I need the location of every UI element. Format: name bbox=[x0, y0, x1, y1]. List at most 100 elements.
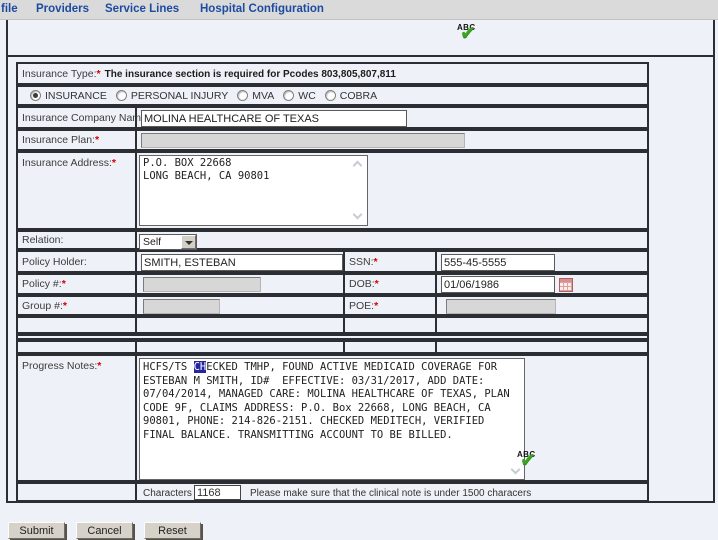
policy-number-label: Policy #:* bbox=[22, 278, 66, 290]
menu-item-service-lines[interactable]: Service Lines bbox=[105, 3, 179, 15]
radio-personal-injury-label: PERSONAL INJURY bbox=[131, 90, 228, 102]
menu-item-providers[interactable]: Providers bbox=[36, 3, 89, 15]
radio-mva-label: MVA bbox=[252, 90, 274, 102]
menu-item-file[interactable]: file bbox=[1, 3, 18, 15]
radio-wc-label: WC bbox=[298, 90, 316, 102]
insurance-type-label: Insurance Type:*The insurance section is… bbox=[22, 68, 396, 80]
insurance-form-page: { "colors": { "menu_text": "#1d4b9f", "a… bbox=[0, 0, 718, 540]
required-asterisk: * bbox=[374, 256, 378, 268]
required-asterisk: * bbox=[97, 360, 101, 372]
poe-label: POE:* bbox=[349, 300, 378, 312]
green-check-icon: ✔ bbox=[520, 451, 536, 470]
row-policy-number: Policy #:* DOB:* bbox=[16, 273, 649, 295]
radio-cobra[interactable]: COBRA bbox=[325, 90, 377, 102]
required-asterisk: * bbox=[112, 157, 116, 169]
group-number-input bbox=[143, 299, 220, 314]
insurance-company-label: Insurance Company Name:* bbox=[22, 112, 154, 124]
required-asterisk: * bbox=[97, 68, 101, 80]
relation-selected-value: Self bbox=[143, 236, 161, 248]
menu-item-hospital-configuration[interactable]: Hospital Configuration bbox=[200, 3, 324, 15]
row-relation: Relation: Self bbox=[16, 230, 649, 250]
relation-select[interactable]: Self bbox=[139, 234, 197, 250]
cell-divider bbox=[435, 295, 437, 316]
cell-divider bbox=[343, 316, 345, 334]
radio-mva[interactable]: MVA bbox=[237, 90, 274, 102]
policy-number-input bbox=[143, 277, 261, 292]
cancel-button[interactable]: Cancel bbox=[76, 522, 133, 539]
cell-divider bbox=[135, 230, 137, 250]
empty-row bbox=[16, 316, 649, 334]
selected-text: CH bbox=[194, 361, 207, 373]
cell-divider bbox=[135, 340, 137, 354]
policy-holder-label: Policy Holder: bbox=[22, 256, 87, 268]
poe-input bbox=[446, 299, 556, 314]
row-insurance-plan: Insurance Plan:* bbox=[16, 129, 649, 151]
calendar-icon[interactable] bbox=[559, 278, 573, 292]
radio-button-icon[interactable] bbox=[237, 90, 248, 101]
progress-notes-label: Progress Notes:* bbox=[22, 360, 101, 372]
ssn-label: SSN:* bbox=[349, 256, 378, 268]
row-insurance-company: Insurance Company Name:* bbox=[16, 106, 649, 129]
empty-row bbox=[16, 340, 649, 354]
menu-bar: file Providers Service Lines Hospital Co… bbox=[0, 0, 718, 20]
required-asterisk: * bbox=[63, 300, 67, 312]
radio-insurance[interactable]: INSURANCE bbox=[30, 90, 107, 102]
dob-label: DOB:* bbox=[349, 278, 379, 290]
insurance-form-panel: Insurance Type:*The insurance section is… bbox=[6, 20, 715, 503]
required-asterisk: * bbox=[95, 134, 99, 146]
row-characters-left: Characters left Please make sure that th… bbox=[16, 482, 649, 502]
spellcheck-abc-icon[interactable]: ABC ✔ bbox=[457, 23, 489, 51]
required-asterisk: * bbox=[62, 278, 66, 290]
cell-divider bbox=[135, 250, 137, 273]
radio-button-icon[interactable] bbox=[283, 90, 294, 101]
row-insurance-type-header: Insurance Type:*The insurance section is… bbox=[16, 62, 649, 85]
characters-left-note: Please make sure that the clinical note … bbox=[250, 488, 531, 499]
policy-holder-input[interactable] bbox=[141, 254, 343, 271]
cell-divider bbox=[135, 354, 137, 482]
row-insurance-address: Insurance Address:* P.O. BOX 22668 LONG … bbox=[16, 151, 649, 230]
row-policy-holder: Policy Holder: SSN:* bbox=[16, 250, 649, 273]
radio-personal-injury[interactable]: PERSONAL INJURY bbox=[116, 90, 228, 102]
section-divider bbox=[6, 55, 715, 57]
insurance-plan-label: Insurance Plan:* bbox=[22, 134, 99, 146]
radio-wc[interactable]: WC bbox=[283, 90, 316, 102]
dropdown-arrow-icon[interactable] bbox=[181, 235, 196, 249]
cell-divider bbox=[435, 273, 437, 295]
submit-button[interactable]: Submit bbox=[8, 522, 65, 539]
cell-divider bbox=[135, 482, 137, 502]
cell-divider bbox=[343, 295, 345, 316]
required-asterisk: * bbox=[375, 278, 379, 290]
radio-cobra-label: COBRA bbox=[340, 90, 377, 102]
radio-button-icon[interactable] bbox=[30, 90, 41, 101]
radio-button-icon[interactable] bbox=[325, 90, 336, 101]
cell-divider bbox=[135, 129, 137, 151]
green-check-icon: ✔ bbox=[460, 24, 476, 43]
insurance-address-textarea[interactable]: P.O. BOX 22668 LONG BEACH, CA 90801 bbox=[139, 155, 368, 226]
group-number-label: Group #:* bbox=[22, 300, 67, 312]
cell-divider bbox=[343, 250, 345, 273]
insurance-plan-input bbox=[141, 133, 465, 148]
insurance-company-input[interactable] bbox=[141, 110, 407, 127]
insurance-type-note: The insurance section is required for Pc… bbox=[105, 69, 396, 80]
cell-divider bbox=[135, 273, 137, 295]
ssn-input[interactable] bbox=[441, 254, 555, 271]
row-progress-notes: Progress Notes:* HCFS/TS CHECKED TMHP, F… bbox=[16, 354, 649, 482]
row-insurance-type-options: INSURANCE PERSONAL INJURY MVA WC COBRA bbox=[16, 85, 649, 106]
cell-divider bbox=[435, 250, 437, 273]
cell-divider bbox=[435, 340, 437, 354]
relation-label: Relation: bbox=[22, 234, 63, 246]
cell-divider bbox=[343, 273, 345, 295]
radio-button-icon[interactable] bbox=[116, 90, 127, 101]
cell-divider bbox=[343, 340, 345, 354]
required-asterisk: * bbox=[374, 300, 378, 312]
cell-divider bbox=[135, 151, 137, 230]
progress-notes-textarea[interactable]: HCFS/TS CHECKED TMHP, FOUND ACTIVE MEDIC… bbox=[139, 358, 525, 480]
spellcheck-abc-icon[interactable]: ABC ✔ bbox=[517, 450, 549, 478]
cell-divider bbox=[435, 316, 437, 334]
characters-left-input[interactable] bbox=[194, 485, 241, 500]
cell-divider bbox=[135, 316, 137, 334]
reset-button[interactable]: Reset bbox=[144, 522, 201, 539]
row-group-number: Group #:* POE:* bbox=[16, 295, 649, 316]
cell-divider bbox=[135, 295, 137, 316]
dob-input[interactable] bbox=[441, 276, 555, 293]
